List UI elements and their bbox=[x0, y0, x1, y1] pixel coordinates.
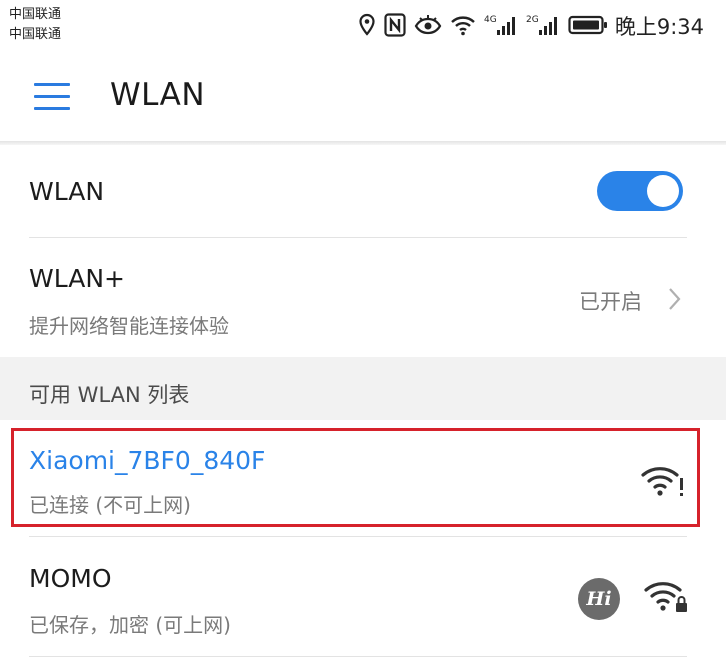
signal-2g-label: 2G bbox=[526, 15, 539, 25]
highlight-box bbox=[11, 428, 700, 527]
hi-badge-icon: Hi bbox=[578, 578, 620, 620]
menu-icon[interactable] bbox=[34, 82, 70, 112]
section-title: 可用 WLAN 列表 bbox=[29, 383, 190, 407]
available-networks-header: 可用 WLAN 列表 bbox=[0, 357, 726, 420]
network-name: MOMO bbox=[29, 564, 112, 593]
battery-icon bbox=[568, 15, 608, 35]
status-icons: 4G 2G bbox=[358, 10, 608, 40]
toggle-knob bbox=[647, 175, 679, 207]
carrier-label-1: 中国联通 bbox=[9, 7, 62, 22]
wifi-status-icon bbox=[450, 14, 476, 36]
network-status: 已保存，加密 (可上网) bbox=[29, 613, 231, 637]
wlan-switch-label: WLAN bbox=[29, 177, 105, 206]
wlan-plus-status: 已开启 bbox=[579, 290, 642, 314]
carrier-label-2: 中国联通 bbox=[9, 27, 62, 42]
wlan-toggle[interactable] bbox=[597, 171, 683, 211]
page-title: WLAN bbox=[110, 77, 206, 113]
clock: 晚上9:34 bbox=[614, 15, 704, 39]
divider bbox=[29, 656, 687, 657]
status-bar: 中国联通 中国联通 4G 2G 晚上9:34 bbox=[0, 0, 726, 50]
wlan-plus-subtitle: 提升网络智能连接体验 bbox=[29, 314, 229, 338]
eye-comfort-icon bbox=[414, 14, 442, 36]
signal-4g-label: 4G bbox=[484, 15, 497, 25]
wifi-locked-icon bbox=[644, 582, 687, 612]
chevron-right-icon bbox=[669, 288, 681, 310]
location-icon bbox=[358, 13, 376, 37]
nfc-icon bbox=[384, 13, 406, 37]
signal-4g-icon: 4G bbox=[484, 13, 518, 37]
wlan-plus-title: WLAN+ bbox=[29, 264, 125, 293]
wifi-no-internet-icon bbox=[641, 467, 683, 496]
app-header: WLAN bbox=[0, 55, 726, 143]
signal-2g-icon: 2G bbox=[526, 13, 560, 37]
